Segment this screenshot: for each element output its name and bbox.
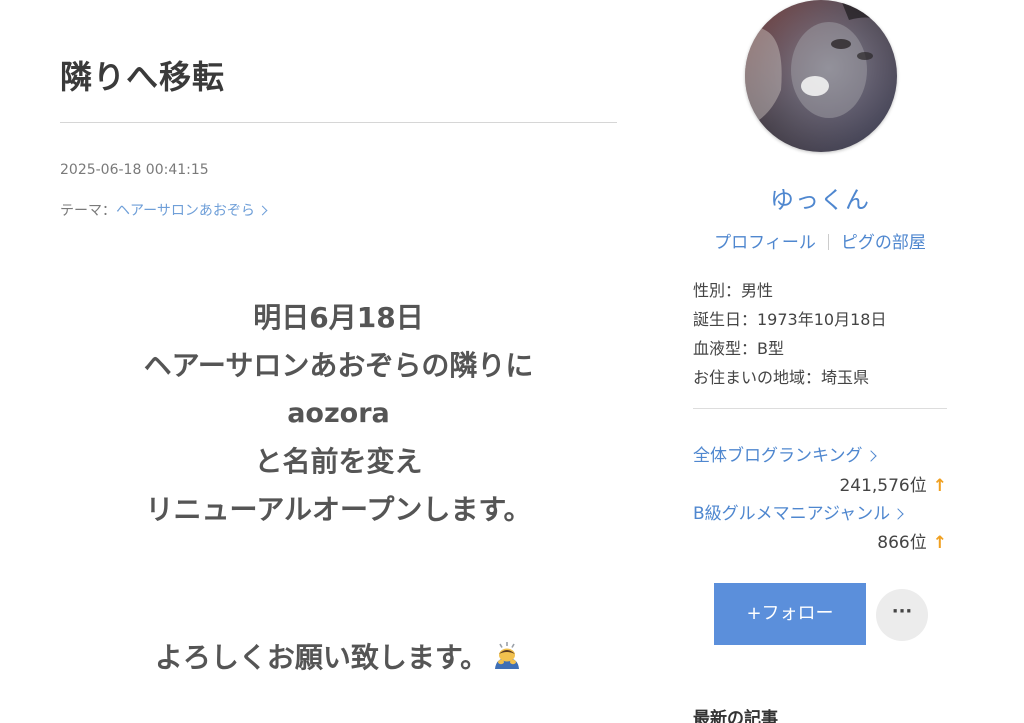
ranking-label: 全体ブログランキング <box>693 446 863 466</box>
genre-ranking-value: 866位 ↑ <box>877 528 947 553</box>
follow-button[interactable]: +フォロー <box>714 583 866 645</box>
blog-page: 隣りへ移転 2025-06-18 00:41:15 テーマ：ヘアーサロンあおぞら… <box>0 0 1024 723</box>
profile-link[interactable]: プロフィール <box>714 233 816 253</box>
genre-ranking-link[interactable]: B級グルメマニアジャンル <box>693 499 904 524</box>
chevron-right-icon <box>892 508 904 520</box>
overall-ranking-value: 241,576位 ↑ <box>839 471 947 496</box>
title-divider <box>60 122 617 123</box>
body-line: aozora <box>287 398 390 429</box>
theme-prefix: テーマ： <box>60 203 116 219</box>
profile-info: 性別：男性 誕生日：1973年10月18日 血液型：B型 お住まいの地域：埼玉県 <box>693 276 886 392</box>
article-date: 2025-06-18 00:41:15 <box>60 162 209 178</box>
pigg-room-link[interactable]: ピグの部屋 <box>841 233 926 253</box>
article-closing: よろしくお願い致します。 <box>60 636 617 676</box>
article-title: 隣りへ移転 <box>60 58 226 96</box>
info-gender: 性別：男性 <box>693 281 774 300</box>
body-line: と名前を変え <box>254 445 423 478</box>
latest-posts-heading: 最新の記事 <box>693 709 778 723</box>
theme-link-label: ヘアーサロンあおぞら <box>116 203 255 219</box>
overall-ranking-link[interactable]: 全体ブログランキング <box>693 441 877 466</box>
body-line: ヘアーサロンあおぞらの隣りに <box>143 349 534 382</box>
chevron-right-icon <box>257 205 268 216</box>
rank-up-icon: ↑ <box>932 533 947 553</box>
info-blood-type: 血液型：B型 <box>693 339 784 358</box>
more-options-button[interactable]: ··· <box>876 589 928 641</box>
body-line: リニューアルオープンします。 <box>145 493 532 526</box>
profile-links: プロフィール ピグの部屋 <box>693 228 947 253</box>
chevron-right-icon <box>864 450 877 462</box>
link-divider <box>827 234 829 250</box>
ranking-value: 241,576位 <box>839 476 927 496</box>
avatar-photo <box>745 0 897 152</box>
avatar[interactable] <box>745 0 897 152</box>
sidebar-divider <box>693 408 947 409</box>
rank-up-icon: ↑ <box>932 476 947 496</box>
closing-text: よろしくお願い致します。 <box>154 641 489 674</box>
ranking-value: 866位 <box>877 533 927 553</box>
profile-nickname[interactable]: ゆっくん <box>693 180 947 215</box>
article-body: 明日6月18日 ヘアーサロンあおぞらの隣りに aozora と名前を変え リニュ… <box>60 294 617 534</box>
theme-link[interactable]: ヘアーサロンあおぞら <box>116 203 268 219</box>
body-line: 明日6月18日 <box>253 301 424 334</box>
bowing-person-icon <box>495 642 520 669</box>
info-region: お住まいの地域：埼玉県 <box>693 368 870 387</box>
article-theme: テーマ：ヘアーサロンあおぞら <box>60 200 268 220</box>
info-birthday: 誕生日：1973年10月18日 <box>693 310 887 329</box>
ranking-label: B級グルメマニアジャンル <box>693 504 891 524</box>
